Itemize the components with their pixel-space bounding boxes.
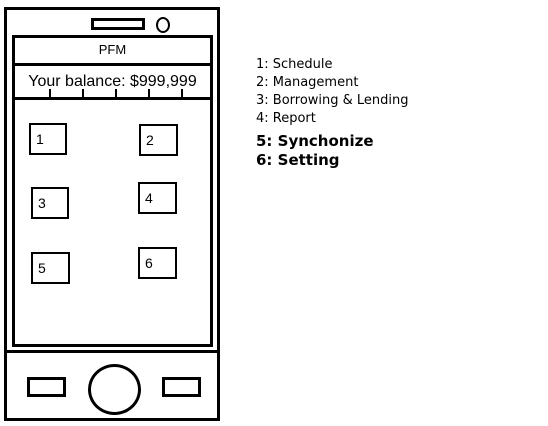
legend-item-schedule: 1: Schedule [256,57,333,72]
bottom-divider [7,350,217,353]
menu-box-5[interactable]: 5 [31,252,70,284]
balance-tick [181,89,183,97]
home-button[interactable] [88,364,141,415]
speaker-slot [91,18,145,30]
menu-box-6[interactable]: 6 [138,247,177,279]
right-soft-key[interactable] [162,377,201,397]
menu-box-1[interactable]: 1 [29,123,67,155]
camera-icon [156,17,170,33]
legend-item-setting: 6: Setting [256,151,340,169]
balance-tick [148,89,150,97]
legend-item-report: 4: Report [256,111,316,126]
balance-bar: Your balance: $999,999 [15,69,210,100]
legend-item-management: 2: Management [256,75,359,90]
menu-box-4[interactable]: 4 [138,182,177,214]
menu-box-2[interactable]: 2 [139,124,178,156]
legend-item-synchronize: 5: Synchonize [256,132,374,150]
legend-item-borrowing-lending: 3: Borrowing & Lending [256,93,409,108]
phone-screen: PFM Your balance: $999,999 1 2 3 4 5 6 [12,35,213,347]
balance-tick [49,89,51,97]
phone-outline: PFM Your balance: $999,999 1 2 3 4 5 6 [4,7,220,421]
balance-tick [82,89,84,97]
app-title: PFM [15,38,210,66]
menu-box-3[interactable]: 3 [31,187,69,219]
legend: 1: Schedule 2: Management 3: Borrowing &… [256,56,409,170]
left-soft-key[interactable] [27,377,66,397]
balance-tick [115,89,117,97]
